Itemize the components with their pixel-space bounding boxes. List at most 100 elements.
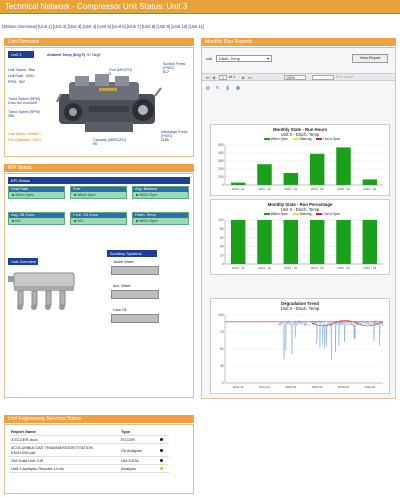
kpi-heat-rate[interactable]: Heat Rate Within Spec <box>8 186 65 199</box>
kpi-avg-balance[interactable]: Avg. Balance Within Spec <box>132 186 189 199</box>
last-page-icon[interactable]: ⏭ <box>248 75 252 80</box>
report-name[interactable]: 3 ECCER.docx <box>9 435 119 444</box>
run-hours-ytick-label: 200 <box>218 167 224 171</box>
aux-water-label: Aux. Water <box>113 284 131 288</box>
report-name[interactable]: OM Data Unit 3.tif <box>9 456 119 465</box>
report-toolbar: ⏮ ◀ 1 of 1 ▶ ⏭ 100% Find | Next <box>202 73 395 81</box>
lube-oil-label: Lube Oil <box>113 308 127 312</box>
trend-xtick-label: 2014-11 <box>233 385 244 389</box>
capacity: Capacity (MMSCFD) 95 <box>93 138 127 146</box>
kpi-avg-oil-cons[interactable]: Avg. Oil Cons. N/A <box>8 212 65 225</box>
run-hours-ytick-label: 0 <box>222 183 224 187</box>
col-type: Type <box>119 428 158 436</box>
degradation-trend-plot: 0 25 50 75 100 2014-11 2014-12 2015-01 2015-02 20… <box>218 313 384 389</box>
run-percentage-bar <box>362 220 378 264</box>
table-row[interactable]: 3COLUMBIA GAS TRANSMISSION STATION ENGLI… <box>9 443 169 457</box>
status-dot <box>159 448 163 452</box>
run-hours-chart: Monthly State - Run Hours Unit 3 - Disch… <box>210 124 390 196</box>
prev-page-icon[interactable]: ◀ <box>212 75 215 80</box>
aux-water-gauge <box>111 290 159 299</box>
first-page-icon[interactable]: ⏮ <box>206 75 210 80</box>
report-name[interactable]: 3COLUMBIA GAS TRANSMISSION STATION ENGLI… <box>9 443 119 457</box>
find-input[interactable] <box>312 75 334 80</box>
suction-press: Suction Press (PSIG) 617 <box>163 62 186 74</box>
run-percentage-bar <box>309 220 325 264</box>
status-dot <box>159 438 163 441</box>
run-hours-xtick-label: 2015 - 04 <box>363 187 376 191</box>
trend-ytick-label: 25 <box>220 364 224 368</box>
view-report-button[interactable]: View Report <box>352 54 388 63</box>
run-hours-xtick-label: 2015 - 03 <box>337 187 350 191</box>
ambient-temp: Ambient Temp (Deg F) 57 DegF <box>47 53 101 57</box>
lube-oil-gauge <box>111 314 159 323</box>
run-hours-ytick-label: 400 <box>218 151 224 155</box>
trend-series-line <box>278 320 384 360</box>
run-percentage-xtick-label: 2015 - 01 <box>284 266 297 270</box>
run-percentage-xtick-label: 2014 - 11 <box>232 266 245 270</box>
trend-xtick-label: 2015-04 <box>364 385 375 389</box>
trend-ytick-label: 0 <box>222 381 224 385</box>
run-hours-ytick-label: 100 <box>218 175 224 179</box>
find-next-link[interactable]: Find | Next <box>336 75 353 79</box>
unit-navigation[interactable]: [Station Overview] [Unit 1] [Unit 2] [Un… <box>2 24 398 31</box>
run-percentage-bar <box>257 220 272 264</box>
refresh-icon[interactable]: ↻ <box>216 85 219 90</box>
run-percentage-ytick-label: 40 <box>220 245 224 249</box>
run-hours-bar <box>230 182 246 185</box>
run-percentage-bar <box>230 220 246 264</box>
run-hours-xtick-label: 2014 - 12 <box>258 187 271 191</box>
metric-select[interactable]: Disch. Temp ▾ <box>216 55 272 62</box>
layout-icon[interactable]: ▦ <box>236 85 240 90</box>
jacket-water-gauge <box>111 266 159 275</box>
table-row[interactable]: 3 ECCER.docx ECCER <box>9 435 169 444</box>
run-percentage-chart: Monthly State - Run Percentage Unit 3 - … <box>210 199 390 275</box>
table-row[interactable]: Unit 3 Analysis Reports 14.xls Analysis <box>9 464 169 473</box>
report-name[interactable]: Unit 3 Analysis Reports 14.xls <box>9 464 119 473</box>
report-type: OM DATA <box>119 456 158 465</box>
run-hours-xtick-label: 2014 - 11 <box>232 187 245 191</box>
unit-select-label: unit <box>206 57 212 61</box>
page-title: Technical Network - Compressor Unit Stat… <box>5 2 188 11</box>
turbo-speed-b: Turbo Speed (RPM) 255 <box>8 110 41 118</box>
table-row[interactable]: OM Data Unit 3.tif OM DATA <box>9 456 169 465</box>
trend-xtick-label: 2014-12 <box>259 385 270 389</box>
run-percentage-ytick-label: 80 <box>220 227 224 231</box>
kpi-fuel[interactable]: Fuel Within Spec <box>70 186 127 199</box>
trend-xtick-label: 2015-01 <box>285 385 296 389</box>
compressor-engine-image <box>56 74 162 132</box>
turbo-speed-a: Turbo Speed (RPM) Data Not Available <box>8 97 41 105</box>
run-hours-plot: 0 100 200 300 400 500 2014 - 11 2014 - 12 2015 -… <box>218 143 383 191</box>
print-icon[interactable]: ⎙ <box>226 85 229 90</box>
kpi-status-subheader: KPI Status <box>8 177 190 184</box>
page-number-input[interactable]: 1 <box>219 75 227 80</box>
run-hours-bar <box>309 153 325 185</box>
status-dot <box>159 467 163 470</box>
run-percentage-bar <box>283 220 299 264</box>
fire-detection: Fire Detection: 100.0 <box>8 138 42 142</box>
run-percentage-xtick-label: 2014 - 12 <box>258 266 271 270</box>
chevron-down-icon: ▾ <box>267 57 269 61</box>
run-hours-bar <box>362 179 378 185</box>
export-icon[interactable]: ▤ <box>206 85 210 90</box>
page-total: of 1 <box>229 75 235 79</box>
gas-detect: Gas Detect: Inhibit 0 <box>8 132 41 136</box>
kpi-disch-temp[interactable]: Disch. Temp Within Spec <box>132 212 189 225</box>
next-page-icon[interactable]: ▶ <box>242 75 245 80</box>
kpi-crnk-oil-cons[interactable]: Crnk. Oil Cons. N/A <box>70 212 127 225</box>
table-header-row: Report Name Type <box>9 428 169 436</box>
kpi-status-header: KPI Status <box>4 164 194 172</box>
manifold-diagram <box>8 272 75 310</box>
rpm: RPM: 907 <box>8 80 25 84</box>
zoom-select[interactable]: 100% <box>284 75 306 80</box>
unit-status: Unit Status: Run <box>8 68 36 72</box>
report-type: Oil Analysis <box>119 443 158 457</box>
run-hours-xtick-label: 2015 - 01 <box>284 187 297 191</box>
monthly-run-reports-header: Monthly Run Reports <box>201 38 396 46</box>
trend-ytick-label: 75 <box>220 330 224 334</box>
jacket-water-label: Jacket Water <box>113 260 134 264</box>
run-percentage-ytick-label: 20 <box>220 253 224 257</box>
discharge-press: Discharge Press (PSIG) 1189 <box>161 130 188 142</box>
run-percentage-xtick-label: 2015 - 02 <box>311 266 324 270</box>
engineering-status-panel: Report Name Type 3 ECCER.docx ECCER 3COL… <box>4 424 194 494</box>
run-hours-ytick-label: 500 <box>218 143 224 147</box>
